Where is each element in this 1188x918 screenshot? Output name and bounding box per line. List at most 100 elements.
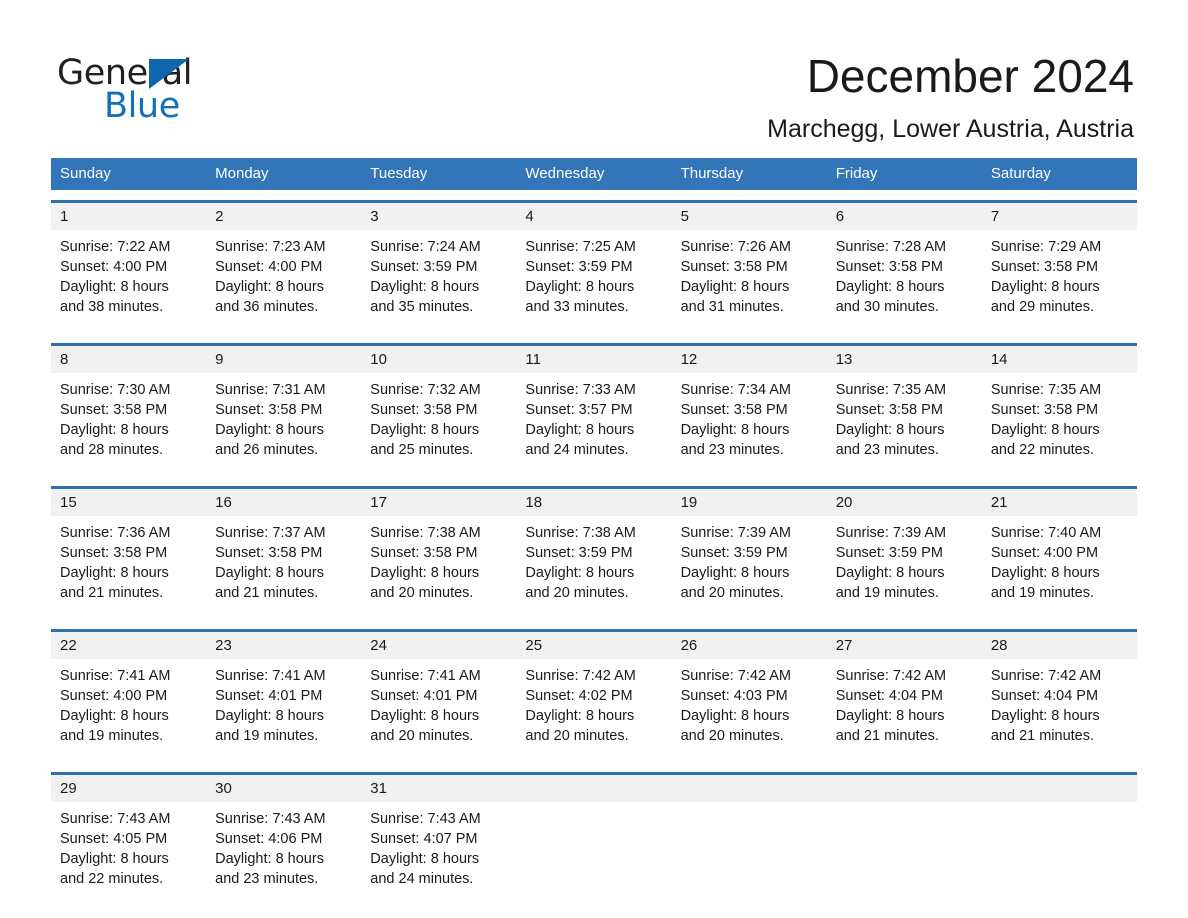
day-number[interactable]: 21 — [982, 489, 1137, 516]
week-date-band: 29 30 31 — [51, 775, 1137, 802]
day-number[interactable]: 3 — [361, 203, 516, 230]
day-number[interactable]: 12 — [672, 346, 827, 373]
daylight-text-line1: Daylight: 8 hours — [680, 708, 790, 724]
day-number[interactable]: 31 — [361, 775, 516, 802]
day-cell[interactable]: Sunrise: 7:42 AM Sunset: 4:04 PM Dayligh… — [982, 659, 1137, 762]
general-blue-logo[interactable]: General Blue — [57, 53, 257, 126]
day-number[interactable]: 9 — [206, 346, 361, 373]
day-cell[interactable]: Sunrise: 7:29 AM Sunset: 3:58 PM Dayligh… — [982, 230, 1137, 333]
sunrise-text: Sunrise: 7:29 AM — [990, 239, 1102, 255]
day-cell[interactable]: Sunrise: 7:42 AM Sunset: 4:02 PM Dayligh… — [516, 659, 671, 762]
daylight-text-line1: Daylight: 8 hours — [835, 708, 945, 724]
sunset-text: Sunset: 4:00 PM — [215, 259, 323, 275]
sunset-text: Sunset: 3:58 PM — [835, 402, 943, 418]
day-number[interactable]: 19 — [672, 489, 827, 516]
page-title: December 2024 — [806, 50, 1134, 102]
day-number[interactable]: 29 — [51, 775, 206, 802]
day-cell[interactable]: Sunrise: 7:30 AM Sunset: 3:58 PM Dayligh… — [51, 373, 206, 476]
sunset-text: Sunset: 4:00 PM — [60, 688, 168, 704]
day-cell[interactable]: Sunrise: 7:42 AM Sunset: 4:03 PM Dayligh… — [672, 659, 827, 762]
week-row: 1 2 3 4 5 6 7 Sunrise: 7:22 AM Sunset: 4… — [51, 200, 1137, 333]
daylight-text-line1: Daylight: 8 hours — [370, 851, 480, 867]
daylight-text-line1: Daylight: 8 hours — [990, 279, 1100, 295]
week-row: 29 30 31 Sunrise: 7:43 AM Sunset: 4:05 P… — [51, 772, 1137, 905]
sunset-text: Sunset: 3:58 PM — [215, 545, 323, 561]
day-cell[interactable]: Sunrise: 7:36 AM Sunset: 3:58 PM Dayligh… — [51, 516, 206, 619]
day-number[interactable]: 14 — [982, 346, 1137, 373]
day-cell[interactable]: Sunrise: 7:41 AM Sunset: 4:01 PM Dayligh… — [206, 659, 361, 762]
day-cell[interactable]: Sunrise: 7:28 AM Sunset: 3:58 PM Dayligh… — [827, 230, 982, 333]
day-number[interactable]: 15 — [51, 489, 206, 516]
sunset-text: Sunset: 4:00 PM — [60, 259, 168, 275]
day-cell[interactable]: Sunrise: 7:43 AM Sunset: 4:07 PM Dayligh… — [361, 802, 516, 905]
sunset-text: Sunset: 4:00 PM — [990, 545, 1099, 561]
day-number[interactable]: 1 — [51, 203, 206, 230]
day-number[interactable]: 16 — [206, 489, 361, 516]
day-number[interactable]: 4 — [516, 203, 671, 230]
sunset-text: Sunset: 3:58 PM — [215, 402, 323, 418]
day-number[interactable]: 24 — [361, 632, 516, 659]
day-cell[interactable]: Sunrise: 7:34 AM Sunset: 3:58 PM Dayligh… — [672, 373, 827, 476]
day-number[interactable]: 11 — [516, 346, 671, 373]
day-cell[interactable]: Sunrise: 7:38 AM Sunset: 3:59 PM Dayligh… — [516, 516, 671, 619]
day-number[interactable]: 13 — [827, 346, 982, 373]
day-cell[interactable]: Sunrise: 7:25 AM Sunset: 3:59 PM Dayligh… — [516, 230, 671, 333]
sunset-text: Sunset: 4:02 PM — [525, 688, 633, 704]
day-cell[interactable]: Sunrise: 7:39 AM Sunset: 3:59 PM Dayligh… — [827, 516, 982, 619]
day-cell[interactable]: Sunrise: 7:24 AM Sunset: 3:59 PM Dayligh… — [361, 230, 516, 333]
day-number[interactable]: 23 — [206, 632, 361, 659]
day-cell[interactable]: Sunrise: 7:39 AM Sunset: 3:59 PM Dayligh… — [672, 516, 827, 619]
sunrise-text: Sunrise: 7:43 AM — [60, 811, 171, 827]
daylight-text-line1: Daylight: 8 hours — [990, 708, 1100, 724]
day-number[interactable]: 18 — [516, 489, 671, 516]
day-cell[interactable]: Sunrise: 7:43 AM Sunset: 4:05 PM Dayligh… — [51, 802, 206, 905]
week-date-band: 22 23 24 25 26 27 28 — [51, 632, 1137, 659]
day-cell[interactable]: Sunrise: 7:41 AM Sunset: 4:00 PM Dayligh… — [51, 659, 206, 762]
sunrise-text: Sunrise: 7:42 AM — [835, 668, 947, 684]
day-number[interactable]: 17 — [361, 489, 516, 516]
day-cell[interactable]: Sunrise: 7:35 AM Sunset: 3:58 PM Dayligh… — [827, 373, 982, 476]
day-number[interactable]: 5 — [672, 203, 827, 230]
daylight-text-line1: Daylight: 8 hours — [680, 422, 790, 438]
day-number[interactable]: 26 — [672, 632, 827, 659]
daylight-text-line2: and 36 minutes. — [215, 299, 319, 315]
day-number[interactable]: 10 — [361, 346, 516, 373]
daylight-text-line1: Daylight: 8 hours — [215, 851, 324, 867]
location-subtitle: Marchegg, Lower Austria, Austria — [767, 115, 1134, 143]
day-cell[interactable]: Sunrise: 7:23 AM Sunset: 4:00 PM Dayligh… — [206, 230, 361, 333]
day-cell[interactable]: Sunrise: 7:38 AM Sunset: 3:58 PM Dayligh… — [361, 516, 516, 619]
day-number[interactable]: 22 — [51, 632, 206, 659]
page-header: General Blue December 2024 Marchegg, Low… — [0, 0, 1188, 155]
daylight-text-line1: Daylight: 8 hours — [990, 565, 1100, 581]
day-number[interactable]: 7 — [982, 203, 1137, 230]
day-cell[interactable]: Sunrise: 7:37 AM Sunset: 3:58 PM Dayligh… — [206, 516, 361, 619]
day-cell[interactable]: Sunrise: 7:42 AM Sunset: 4:04 PM Dayligh… — [827, 659, 982, 762]
daylight-text-line1: Daylight: 8 hours — [60, 422, 169, 438]
day-number[interactable]: 8 — [51, 346, 206, 373]
sunrise-text: Sunrise: 7:37 AM — [215, 525, 326, 541]
daylight-text-line1: Daylight: 8 hours — [60, 279, 169, 295]
day-cell[interactable]: Sunrise: 7:35 AM Sunset: 3:58 PM Dayligh… — [982, 373, 1137, 476]
sunset-text: Sunset: 3:58 PM — [60, 402, 168, 418]
day-cell[interactable]: Sunrise: 7:22 AM Sunset: 4:00 PM Dayligh… — [51, 230, 206, 333]
daylight-text-line2: and 19 minutes. — [835, 585, 939, 601]
day-number[interactable]: 25 — [516, 632, 671, 659]
sunrise-text: Sunrise: 7:32 AM — [370, 382, 481, 398]
day-cell[interactable]: Sunrise: 7:40 AM Sunset: 4:00 PM Dayligh… — [982, 516, 1137, 619]
day-cell[interactable]: Sunrise: 7:43 AM Sunset: 4:06 PM Dayligh… — [206, 802, 361, 905]
sunrise-text: Sunrise: 7:34 AM — [680, 382, 791, 398]
day-cell[interactable]: Sunrise: 7:31 AM Sunset: 3:58 PM Dayligh… — [206, 373, 361, 476]
sunrise-text: Sunrise: 7:41 AM — [60, 668, 171, 684]
day-number[interactable]: 30 — [206, 775, 361, 802]
day-number[interactable]: 27 — [827, 632, 982, 659]
day-cell[interactable]: Sunrise: 7:26 AM Sunset: 3:58 PM Dayligh… — [672, 230, 827, 333]
week-detail-band: Sunrise: 7:30 AM Sunset: 3:58 PM Dayligh… — [51, 373, 1137, 476]
daylight-text-line2: and 20 minutes. — [525, 728, 629, 744]
day-number[interactable]: 28 — [982, 632, 1137, 659]
day-number[interactable]: 20 — [827, 489, 982, 516]
day-number[interactable]: 2 — [206, 203, 361, 230]
day-cell[interactable]: Sunrise: 7:41 AM Sunset: 4:01 PM Dayligh… — [361, 659, 516, 762]
day-number[interactable]: 6 — [827, 203, 982, 230]
day-cell[interactable]: Sunrise: 7:33 AM Sunset: 3:57 PM Dayligh… — [516, 373, 671, 476]
day-cell[interactable]: Sunrise: 7:32 AM Sunset: 3:58 PM Dayligh… — [361, 373, 516, 476]
